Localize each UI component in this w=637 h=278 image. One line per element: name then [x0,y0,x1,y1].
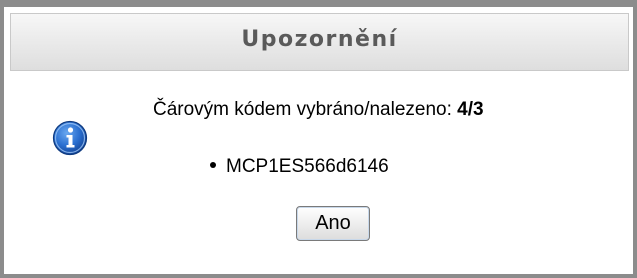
dialog-content: Čárovým kódem vybráno/nalezeno: 4/3 MCP1… [10,71,629,271]
list-item: MCP1ES566d6146 [210,156,389,178]
dialog-titlebar: Upozornění [10,13,629,71]
dialog-title: Upozornění [241,27,398,52]
message-count: 4/3 [457,99,484,120]
list-item-text: MCP1ES566d6146 [226,156,389,177]
yes-button[interactable]: Ano [296,206,370,241]
dialog-message: Čárovým kódem vybráno/nalezeno: 4/3 [153,99,484,121]
info-icon [52,120,88,156]
barcode-item-list: MCP1ES566d6146 [210,156,389,178]
bullet-icon [210,162,216,169]
alert-dialog: Upozornění Čárovým kódem vybráno/nalezen… [0,0,637,278]
message-text: Čárovým kódem vybráno/nalezeno: [153,99,458,120]
